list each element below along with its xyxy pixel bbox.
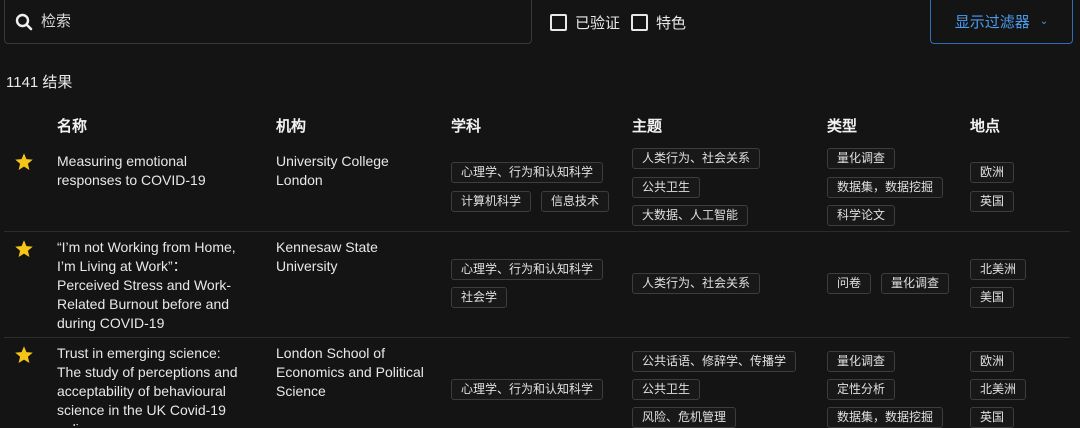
topic-tag[interactable]: 公共卫生 <box>632 379 701 400</box>
topic-tag[interactable]: 公共话语、修辞学、传播学 <box>632 351 797 372</box>
location-tag[interactable]: 英国 <box>970 407 1015 428</box>
column-header-type[interactable]: 类型 <box>827 115 857 136</box>
row-institution: University College London <box>276 153 389 188</box>
featured-label: 特色 <box>656 15 687 32</box>
location-tag[interactable]: 欧洲 <box>970 351 1015 372</box>
search-box[interactable] <box>4 0 532 44</box>
star-icon[interactable] <box>14 239 34 259</box>
topic-tag[interactable]: 人类行为、社会关系 <box>632 148 761 169</box>
type-tag[interactable]: 问卷 <box>827 273 872 294</box>
row-institution: London School of Economics and Political… <box>276 345 424 399</box>
featured-checkbox[interactable]: 特色 <box>631 12 686 33</box>
verified-checkbox[interactable]: 已验证 <box>550 12 620 33</box>
topic-tag[interactable]: 大数据、人工智能 <box>632 205 749 226</box>
star-icon[interactable] <box>14 152 34 172</box>
star-icon[interactable] <box>14 345 34 365</box>
verified-label: 已验证 <box>575 15 621 32</box>
type-tag[interactable]: 科学论文 <box>827 205 896 226</box>
checkbox-box[interactable] <box>631 14 648 31</box>
type-tag[interactable]: 定性分析 <box>827 379 896 400</box>
chevron-down-icon: ⌄ <box>1039 16 1049 27</box>
discipline-tag[interactable]: 信息技术 <box>541 191 610 212</box>
discipline-tag[interactable]: 心理学、行为和认知科学 <box>451 379 604 400</box>
column-header-topic[interactable]: 主题 <box>632 115 662 136</box>
row-title[interactable]: “I’m not Working from Home, I’m Living a… <box>57 238 242 333</box>
search-input[interactable] <box>39 12 503 31</box>
location-tag[interactable]: 北美洲 <box>970 379 1027 400</box>
discipline-tag[interactable]: 心理学、行为和认知科学 <box>451 259 604 280</box>
topic-tag[interactable]: 风险、危机管理 <box>632 407 737 428</box>
checkbox-box[interactable] <box>550 14 567 31</box>
discipline-tag[interactable]: 心理学、行为和认知科学 <box>451 162 604 183</box>
location-tag[interactable]: 欧洲 <box>970 162 1015 183</box>
type-tag[interactable]: 量化调查 <box>827 351 896 372</box>
discipline-tag[interactable]: 计算机科学 <box>451 191 532 212</box>
topic-tag[interactable]: 人类行为、社会关系 <box>632 273 761 294</box>
column-header-discipline[interactable]: 学科 <box>451 115 481 136</box>
results-count: 1141 结果 <box>6 74 73 91</box>
row-institution: Kennesaw State University <box>276 239 378 274</box>
location-tag[interactable]: 北美洲 <box>970 259 1027 280</box>
discipline-tag[interactable]: 社会学 <box>451 287 508 308</box>
show-filters-button[interactable]: 显示过滤器 ⌄ <box>930 0 1073 44</box>
type-tag[interactable]: 数据集，数据挖掘 <box>827 177 944 198</box>
type-tag[interactable]: 量化调查 <box>827 148 896 169</box>
row-title[interactable]: Trust in emerging science: The study of … <box>57 344 247 426</box>
column-header-institution[interactable]: 机构 <box>276 115 306 136</box>
column-header-name[interactable]: 名称 <box>57 115 87 136</box>
search-icon <box>15 13 33 30</box>
location-tag[interactable]: 美国 <box>970 287 1015 308</box>
type-tag[interactable]: 量化调查 <box>881 273 950 294</box>
topic-tag[interactable]: 公共卫生 <box>632 177 701 198</box>
location-tag[interactable]: 英国 <box>970 191 1015 212</box>
row-title[interactable]: Measuring emotional responses to COVID-1… <box>57 152 227 190</box>
type-tag[interactable]: 数据集，数据挖掘 <box>827 407 944 428</box>
column-header-location[interactable]: 地点 <box>970 115 1000 136</box>
show-filters-label: 显示过滤器 <box>954 14 1030 31</box>
